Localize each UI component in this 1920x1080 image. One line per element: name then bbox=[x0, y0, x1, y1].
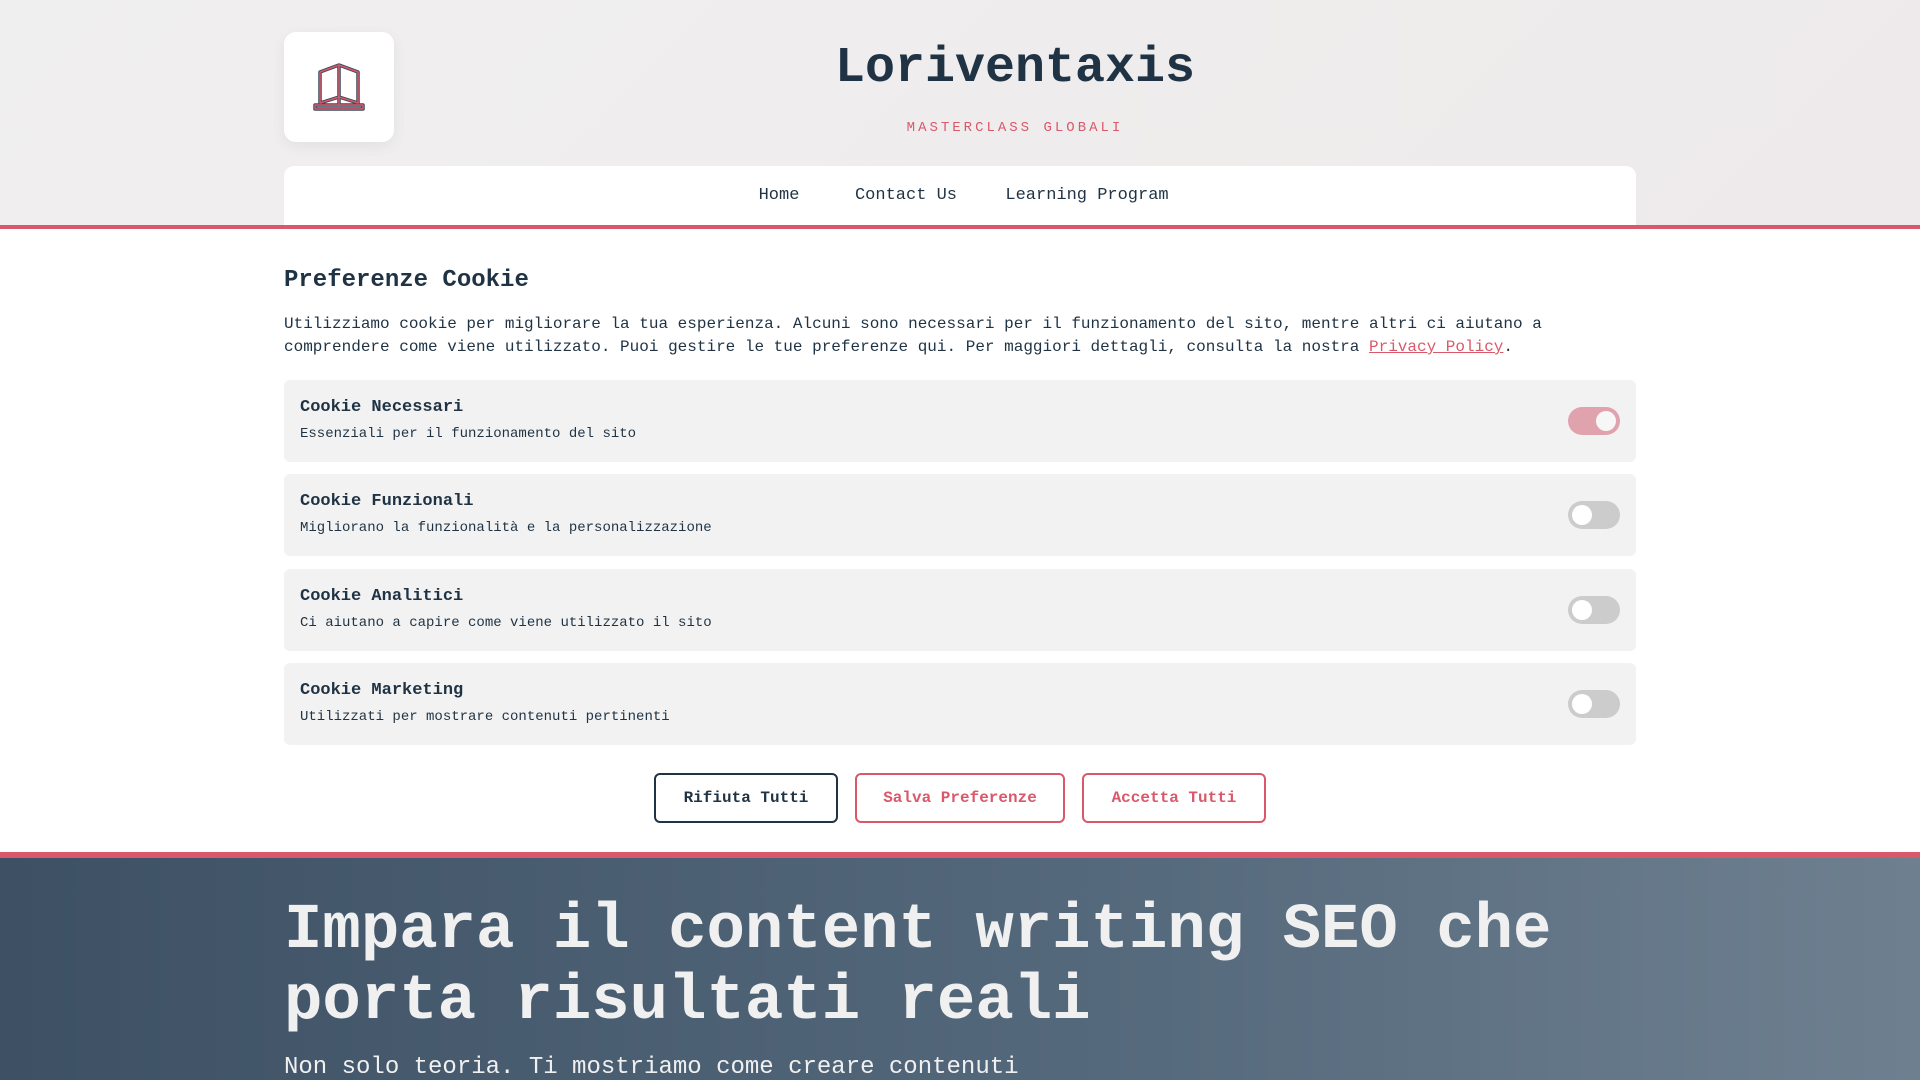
site-subtitle: MASTERCLASS GLOBALI bbox=[906, 120, 1124, 136]
marketing-toggle[interactable] bbox=[1568, 690, 1620, 718]
cookie-category-necessary: Cookie Necessari Essenziali per il funzi… bbox=[284, 380, 1636, 462]
accept-all-button[interactable]: Accetta Tutti bbox=[1082, 773, 1266, 823]
cookie-category-functional: Cookie Funzionali Migliorano la funziona… bbox=[284, 474, 1636, 556]
analytics-toggle[interactable] bbox=[1568, 596, 1620, 624]
category-title: Cookie Marketing bbox=[300, 681, 464, 700]
site-title: Loriventaxis bbox=[834, 40, 1196, 97]
hero-subtitle: Non solo teoria. Ti mostriamo come crear… bbox=[284, 1054, 1019, 1080]
category-desc: Utilizzati per mostrare contenuti pertin… bbox=[300, 709, 670, 725]
necessary-toggle[interactable] bbox=[1568, 407, 1620, 435]
cookie-intro: Utilizziamo cookie per migliorare la tua… bbox=[284, 313, 1644, 359]
category-title: Cookie Necessari bbox=[300, 398, 464, 417]
cookie-intro-text: Utilizziamo cookie per migliorare la tua… bbox=[284, 315, 1542, 356]
reject-all-button[interactable]: Rifiuta Tutti bbox=[654, 773, 838, 823]
site-header: Loriventaxis MASTERCLASS GLOBALI Home Co… bbox=[0, 0, 1920, 228]
category-title: Cookie Funzionali bbox=[300, 492, 474, 511]
cookie-intro-end: . bbox=[1503, 338, 1514, 356]
category-desc: Essenziali per il funzionamento del sito bbox=[300, 426, 637, 442]
category-desc: Migliorano la funzionalità e la personal… bbox=[300, 520, 712, 536]
cookie-heading: Preferenze Cookie bbox=[284, 267, 529, 294]
cookie-category-marketing: Cookie Marketing Utilizzati per mostrare… bbox=[284, 663, 1636, 745]
main-nav: Home Contact Us Learning Program bbox=[284, 166, 1636, 228]
nav-learning-program[interactable]: Learning Program bbox=[1005, 186, 1168, 205]
functional-toggle[interactable] bbox=[1568, 501, 1620, 529]
nav-home[interactable]: Home bbox=[759, 186, 800, 205]
hero-section: Impara il content writing SEO che porta … bbox=[0, 858, 1920, 1080]
privacy-policy-link[interactable]: Privacy Policy bbox=[1369, 338, 1503, 356]
nav-contact-us[interactable]: Contact Us bbox=[855, 186, 957, 205]
cookie-category-analytics: Cookie Analitici Ci aiutano a capire com… bbox=[284, 569, 1636, 651]
save-preferences-button[interactable]: Salva Preferenze bbox=[855, 773, 1065, 823]
cookie-preferences-panel: Preferenze Cookie Utilizziamo cookie per… bbox=[0, 225, 1920, 858]
hero-headline: Impara il content writing SEO che porta … bbox=[284, 895, 1552, 1038]
category-title: Cookie Analitici bbox=[300, 587, 464, 606]
category-desc: Ci aiutano a capire come viene utilizzat… bbox=[300, 615, 712, 631]
